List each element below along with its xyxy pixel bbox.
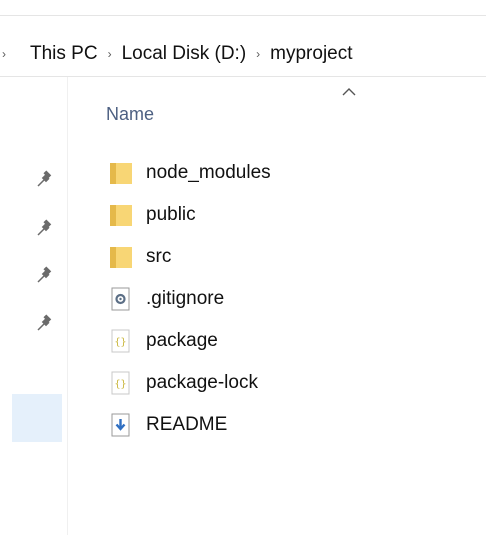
- breadcrumb-chevron-icon[interactable]: ›: [246, 47, 270, 61]
- navigation-pane-divider[interactable]: [67, 77, 68, 535]
- folder-icon: [110, 247, 132, 268]
- markdown-file-icon: [111, 413, 130, 437]
- pin-icon: [37, 170, 52, 187]
- file-name: public: [146, 204, 196, 225]
- breadcrumb-chevron-icon[interactable]: ›: [0, 47, 30, 61]
- file-name: package-lock: [146, 372, 258, 393]
- file-name: .gitignore: [146, 288, 225, 309]
- folder-icon: [110, 163, 132, 184]
- json-file-icon: {}: [111, 329, 130, 353]
- breadcrumb-local-disk[interactable]: Local Disk (D:): [122, 43, 247, 65]
- svg-text:{}: {}: [114, 337, 126, 348]
- svg-text:{}: {}: [114, 379, 126, 390]
- breadcrumb-this-pc[interactable]: This PC: [30, 43, 98, 65]
- pin-icon: [37, 266, 52, 283]
- folder-icon: [110, 205, 132, 226]
- name-column-header[interactable]: Name: [106, 104, 154, 125]
- breadcrumb-myproject[interactable]: myproject: [270, 43, 352, 65]
- list-item[interactable]: {} package-lock: [108, 362, 486, 404]
- list-item[interactable]: {} package: [108, 320, 486, 362]
- navigation-selected-item[interactable]: [12, 394, 62, 442]
- file-name: src: [146, 246, 172, 267]
- list-item[interactable]: README: [108, 404, 486, 446]
- file-name: package: [146, 330, 218, 351]
- list-item[interactable]: node_modules: [108, 152, 486, 194]
- list-item[interactable]: src: [108, 236, 486, 278]
- file-name: node_modules: [146, 162, 271, 183]
- pin-icon: [37, 314, 52, 331]
- list-item[interactable]: public: [108, 194, 486, 236]
- pin-icon: [37, 219, 52, 236]
- list-item[interactable]: .gitignore: [108, 278, 486, 320]
- json-file-icon: {}: [111, 371, 130, 395]
- gear-file-icon: [111, 287, 130, 311]
- sort-ascending-icon: [342, 88, 356, 96]
- file-explorer-window: › This PC › Local Disk (D:) › myproject …: [0, 0, 486, 535]
- ribbon-divider: [0, 15, 486, 16]
- file-name: README: [146, 414, 228, 435]
- breadcrumb-chevron-icon[interactable]: ›: [98, 47, 122, 61]
- file-list: node_modules public src .gitignore {} pa…: [108, 152, 486, 446]
- address-bar[interactable]: › This PC › Local Disk (D:) › myproject: [0, 32, 486, 77]
